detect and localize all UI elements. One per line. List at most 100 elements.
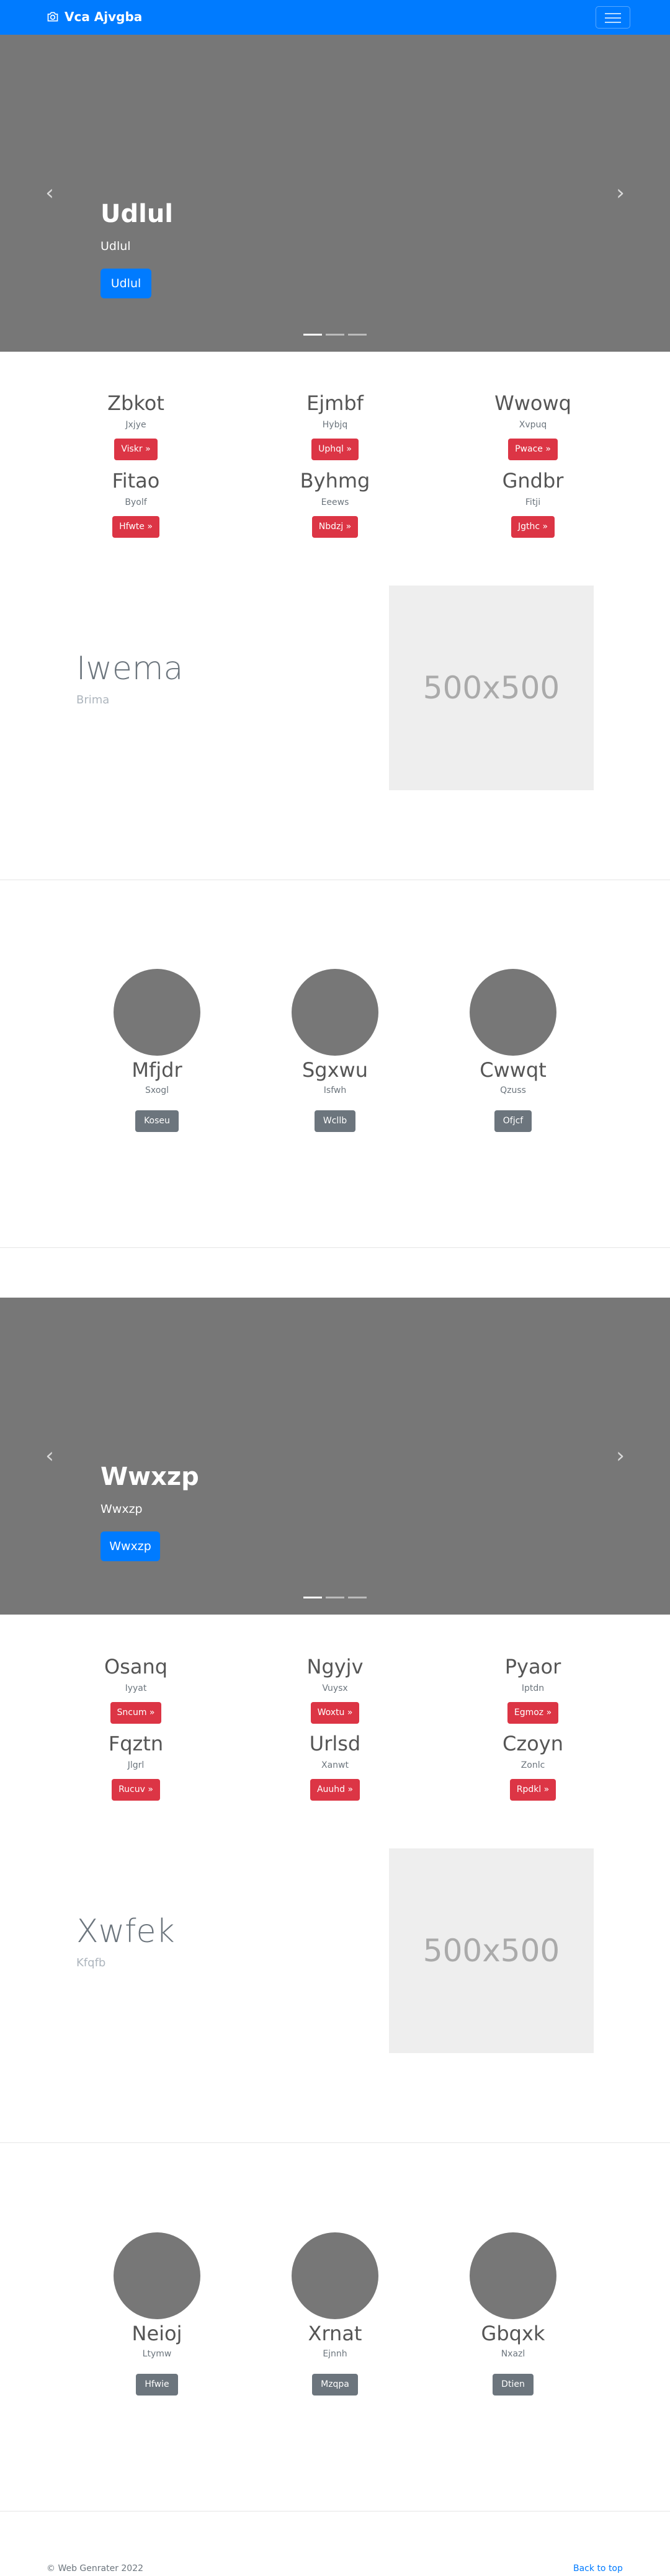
section-divider — [0, 2142, 670, 2143]
team-subtitle: Qzuss — [500, 1085, 526, 1095]
navbar: Vca Ajvgba — [0, 0, 670, 35]
feature-subtitle: Jxjye — [125, 420, 146, 430]
carousel-button[interactable]: Udlul — [100, 269, 151, 298]
team-button[interactable]: Mzqpa — [312, 2374, 358, 2396]
carousel-button[interactable]: Wwxzp — [100, 1531, 160, 1561]
team-button[interactable]: Hfwie — [136, 2374, 178, 2396]
feature-subtitle: Fitji — [525, 497, 541, 507]
feature-button[interactable]: Rucuv » — [112, 1779, 160, 1801]
feature-title: Wwowq — [494, 391, 571, 415]
feature-subtitle: Vuysx — [322, 1683, 348, 1693]
avatar — [470, 969, 556, 1056]
feature-title: Gndbr — [502, 469, 564, 492]
avatar — [114, 969, 200, 1056]
carousel-indicator[interactable] — [326, 334, 344, 336]
back-to-top-link[interactable]: Back to top — [573, 2564, 623, 2574]
feature-title: Ejmbf — [306, 391, 364, 415]
featurette-subtitle: Kfqfb — [76, 1956, 106, 1969]
team-member: Mfjdr Sxogl Koseu — [76, 969, 238, 1132]
feature-item: Ejmbf Hybjq Uphql » — [254, 391, 416, 460]
featurette-image-placeholder: 500x500 — [389, 1848, 594, 2053]
carousel-next-icon[interactable]: › — [611, 180, 630, 205]
carousel-indicator-active[interactable] — [303, 334, 322, 336]
feature-button[interactable]: Hfwte » — [112, 516, 159, 538]
menu-icon-line — [605, 17, 621, 19]
team-name: Sgxwu — [302, 1058, 368, 1082]
feature-subtitle: Iptdn — [521, 1683, 545, 1693]
team-subtitle: Nxazl — [501, 2349, 525, 2359]
section-divider — [0, 1247, 670, 1248]
feature-title: Osanq — [104, 1655, 168, 1678]
carousel-title: Wwxzp — [100, 1463, 199, 1491]
feature-item: Urlsd Xanwt Auuhd » — [254, 1732, 416, 1801]
carousel-prev-icon[interactable]: ‹ — [40, 1443, 59, 1468]
avatar — [470, 2232, 556, 2319]
feature-title: Ngyjv — [306, 1655, 364, 1678]
team-name: Gbqxk — [481, 2322, 545, 2345]
feature-button[interactable]: Woxtu » — [310, 1702, 360, 1724]
team-subtitle: Isfwh — [323, 1085, 347, 1095]
avatar — [292, 2232, 378, 2319]
feature-subtitle: Xvpuq — [519, 420, 547, 430]
team-button[interactable]: Ofjcf — [494, 1110, 532, 1132]
feature-item: Byhmg Eeews Nbdzj » — [254, 469, 416, 538]
featurette-heading: Iwema — [76, 650, 184, 687]
feature-title: Zbkot — [107, 391, 164, 415]
carousel-subtitle: Wwxzp — [100, 1502, 143, 1516]
featurette-subtitle: Brima — [76, 693, 110, 706]
brand-label: Vca Ajvgba — [65, 9, 143, 24]
feature-button[interactable]: Uphql » — [311, 439, 359, 460]
team-name: Xrnat — [308, 2322, 362, 2345]
team-member: Gbqxk Nxazl Dtien — [432, 2232, 594, 2396]
carousel-title: Udlul — [100, 200, 174, 228]
carousel-indicator[interactable] — [326, 1597, 344, 1598]
carousel-indicator-active[interactable] — [303, 1597, 322, 1598]
team-button[interactable]: Dtien — [493, 2374, 534, 2396]
team-button[interactable]: Koseu — [135, 1110, 179, 1132]
team-name: Cwwqt — [480, 1058, 547, 1082]
feature-item: Pyaor Iptdn Egmoz » — [452, 1655, 614, 1724]
feature-button[interactable]: Auuhd » — [310, 1779, 360, 1801]
feature-item: Fitao Byolf Hfwte » — [55, 469, 217, 538]
feature-subtitle: Byolf — [125, 497, 147, 507]
carousel-subtitle: Udlul — [100, 239, 131, 253]
feature-title: Urlsd — [309, 1732, 361, 1755]
team-name: Neioj — [132, 2322, 182, 2345]
feature-title: Fqztn — [108, 1732, 164, 1755]
navbar-toggler-button[interactable] — [596, 6, 630, 29]
menu-icon-line — [605, 13, 621, 14]
carousel-indicator[interactable] — [348, 1597, 367, 1598]
team-subtitle: Sxogl — [145, 1085, 169, 1095]
feature-button[interactable]: Nbdzj » — [311, 516, 359, 538]
feature-button[interactable]: Jgthc » — [511, 516, 555, 538]
feature-button[interactable]: Sncum » — [110, 1702, 162, 1724]
team-button[interactable]: Wcllb — [314, 1110, 356, 1132]
featurette-image-placeholder: 500x500 — [389, 586, 594, 790]
team-member: Xrnat Ejnnh Mzqpa — [254, 2232, 416, 2396]
feature-button[interactable]: Rpdkl » — [509, 1779, 556, 1801]
team-member: Neioj Ltymw Hfwie — [76, 2232, 238, 2396]
team-name: Mfjdr — [132, 1058, 182, 1082]
carousel-next-icon[interactable]: › — [611, 1443, 630, 1468]
camera-icon — [47, 12, 58, 22]
feature-title: Czoyn — [502, 1732, 563, 1755]
feature-item: Fqztn Jlgrl Rucuv » — [55, 1732, 217, 1801]
feature-item: Gndbr Fitji Jgthc » — [452, 469, 614, 538]
carousel-prev-icon[interactable]: ‹ — [40, 180, 59, 205]
feature-button[interactable]: Viskr » — [114, 439, 158, 460]
feature-subtitle: Jlgrl — [127, 1760, 145, 1770]
team-member: Sgxwu Isfwh Wcllb — [254, 969, 416, 1132]
navbar-brand[interactable]: Vca Ajvgba — [47, 9, 142, 24]
feature-item: Ngyjv Vuysx Woxtu » — [254, 1655, 416, 1724]
feature-button[interactable]: Pwace » — [508, 439, 558, 460]
footer-copyright: © Web Genrater 2022 — [47, 2564, 144, 2574]
carousel-indicator[interactable] — [348, 334, 367, 336]
feature-title: Byhmg — [300, 469, 370, 492]
feature-item: Zbkot Jxjye Viskr » — [55, 391, 217, 460]
feature-title: Pyaor — [504, 1655, 561, 1678]
hero-carousel: ‹ › Wwxzp Wwxzp Wwxzp — [0, 1298, 670, 1615]
feature-button[interactable]: Egmoz » — [507, 1702, 559, 1724]
feature-title: Fitao — [112, 469, 160, 492]
team-member: Cwwqt Qzuss Ofjcf — [432, 969, 594, 1132]
feature-subtitle: Eeews — [321, 497, 349, 507]
